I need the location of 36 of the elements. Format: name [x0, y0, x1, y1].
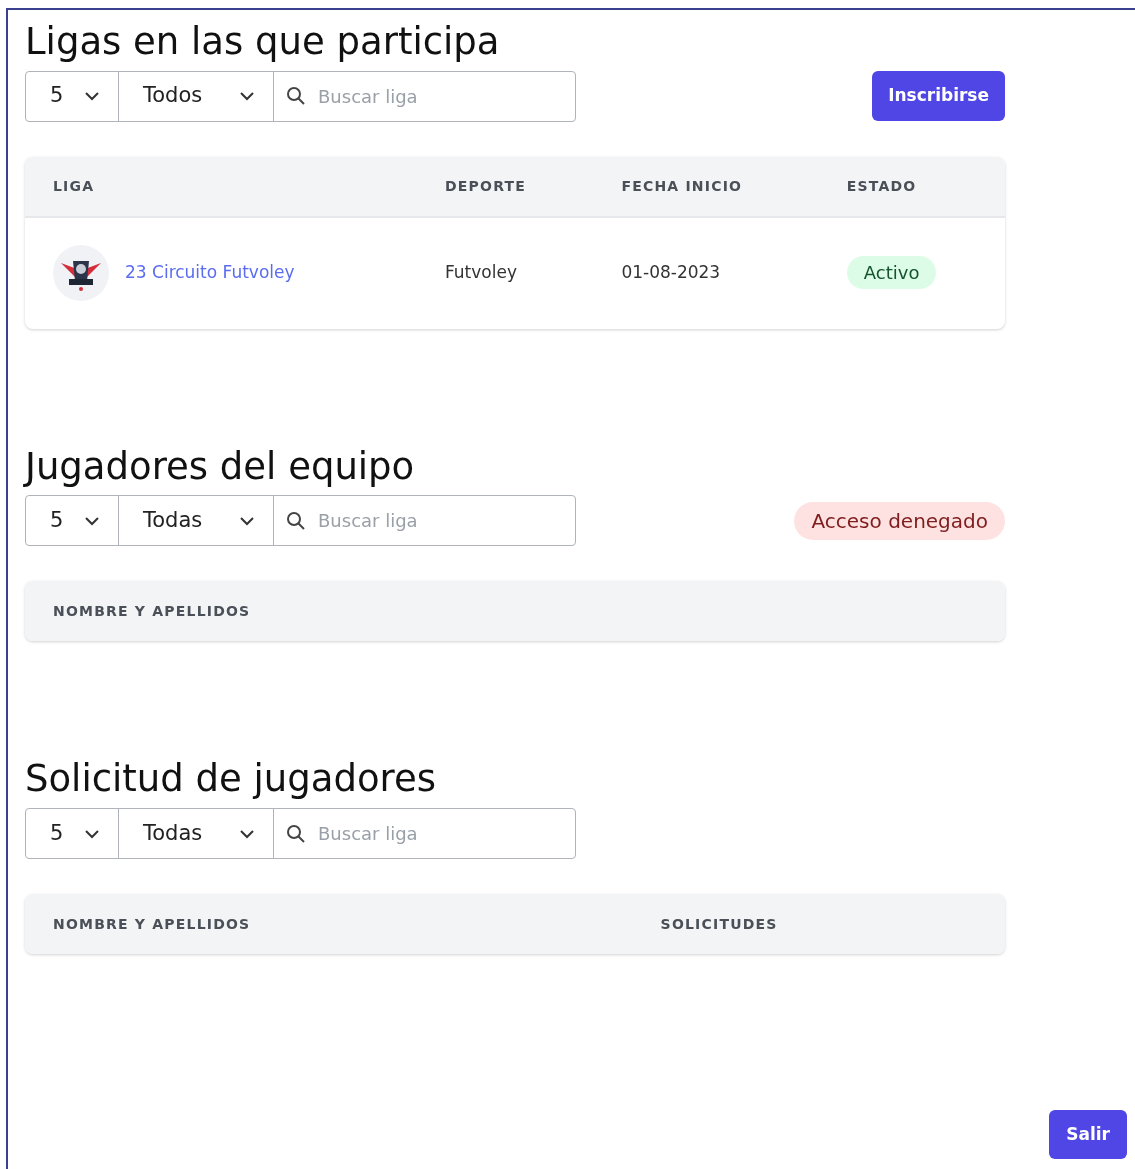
column-header: SOLICITUDES	[632, 894, 1005, 955]
column-header: NOMBRE Y APELLIDOS	[25, 894, 633, 955]
chevron-down-icon	[84, 515, 100, 526]
search-icon	[286, 510, 306, 531]
access-denied-badge: Acceso denegado	[794, 501, 1005, 540]
table-cell: 01-08-2023	[593, 216, 819, 329]
page-size-select[interactable]: 5	[26, 496, 119, 546]
chevron-down-icon	[239, 828, 255, 839]
section-title: Jugadores del equipo	[25, 446, 416, 488]
page-size-select[interactable]: 5	[26, 71, 119, 121]
column-header: LIGA	[25, 156, 417, 217]
search-icon	[286, 823, 306, 844]
status-select[interactable]: Todos	[119, 71, 274, 121]
chevron-down-icon	[239, 515, 255, 526]
section-title: Ligas en las que participa	[25, 22, 501, 63]
league-logo-icon	[53, 245, 109, 302]
column-header: NOMBRE Y APELLIDOS	[25, 581, 1005, 642]
section-title: Solicitud de jugadores	[25, 759, 437, 801]
search-field[interactable]: Buscar liga	[316, 506, 536, 536]
column-header: ESTADO	[818, 156, 1005, 217]
status-badge: Activo	[846, 256, 937, 290]
table-cell: Futvoley	[417, 216, 594, 329]
column-header: DEPORTE	[417, 156, 594, 217]
league-link[interactable]: 23 Circuito Futvoley	[125, 260, 295, 286]
search-field[interactable]: Buscar liga	[316, 819, 536, 849]
column-header: FECHA INICIO	[593, 156, 819, 217]
page-size-select[interactable]: 5	[26, 809, 119, 859]
status-select[interactable]: Todas	[119, 496, 274, 546]
chevron-down-icon	[84, 828, 100, 839]
enroll-button[interactable]: Inscribirse	[872, 71, 1005, 121]
exit-button[interactable]: Salir	[1049, 1109, 1127, 1159]
status-select[interactable]: Todas	[119, 809, 274, 859]
search-icon	[286, 86, 306, 107]
chevron-down-icon	[239, 91, 255, 102]
search-field[interactable]: Buscar liga	[316, 81, 536, 111]
chevron-down-icon	[84, 91, 100, 102]
